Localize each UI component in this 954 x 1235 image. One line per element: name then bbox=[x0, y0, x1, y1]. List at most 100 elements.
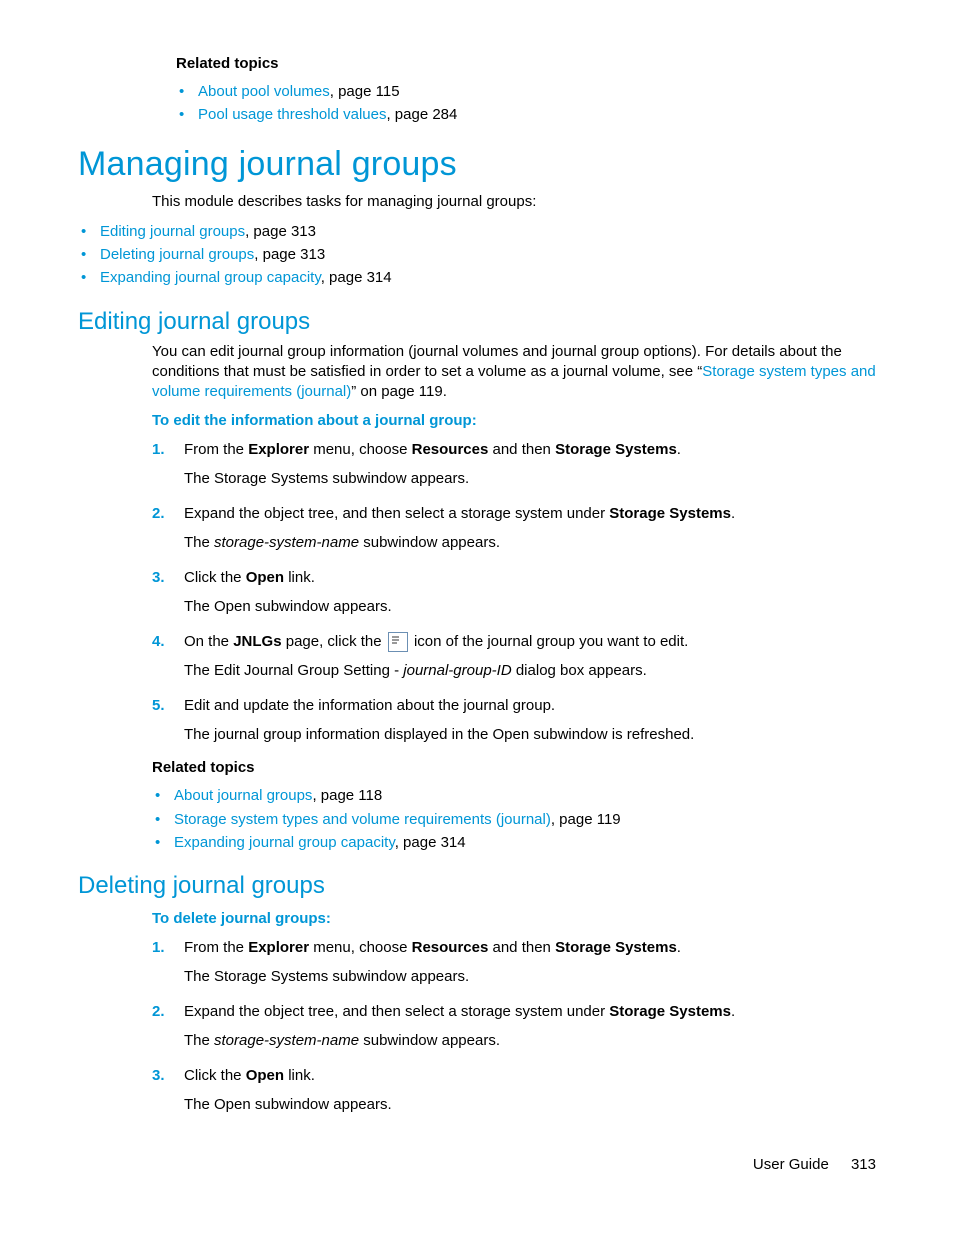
step-item: Click the Open link. The Open subwindow … bbox=[152, 1065, 876, 1115]
ui-label: Explorer bbox=[248, 441, 309, 458]
subsection-title-editing: Editing journal groups bbox=[78, 308, 876, 336]
tail: , page 313 bbox=[254, 246, 325, 263]
page-number: 313 bbox=[851, 1156, 876, 1173]
ui-label: Explorer bbox=[248, 939, 309, 956]
step-result: The storage-system-name subwindow appear… bbox=[184, 532, 876, 553]
step-result: The Storage Systems subwindow appears. bbox=[184, 966, 876, 987]
step-item: Edit and update the information about th… bbox=[152, 695, 876, 745]
tail: , page 118 bbox=[312, 787, 382, 804]
procedure-title-edit: To edit the information about a journal … bbox=[152, 412, 876, 429]
ui-label: Storage Systems bbox=[609, 505, 731, 522]
ui-label: Storage Systems bbox=[555, 441, 677, 458]
sub-text: dialog box appears. bbox=[512, 662, 647, 679]
tail: , page 314 bbox=[321, 269, 392, 286]
variable: storage-system-name bbox=[214, 534, 359, 551]
list-item: About pool volumes, page 115 bbox=[176, 80, 876, 103]
step-result: The Open subwindow appears. bbox=[184, 596, 876, 617]
variable: journal-group-ID bbox=[403, 662, 511, 679]
ui-label: Storage Systems bbox=[609, 1003, 731, 1020]
step-text: icon of the journal group you want to ed… bbox=[414, 633, 688, 650]
sub-text: subwindow appears. bbox=[359, 1032, 500, 1049]
related-list: About pool volumes, page 115 Pool usage … bbox=[176, 80, 876, 127]
related-list: About journal groups, page 118 Storage s… bbox=[152, 784, 876, 854]
xref-link[interactable]: About pool volumes bbox=[198, 83, 330, 100]
tail: , page 313 bbox=[245, 223, 316, 240]
edit-steps: From the Explorer menu, choose Resources… bbox=[152, 439, 876, 745]
section-title: Managing journal groups bbox=[78, 145, 876, 184]
step-text: . bbox=[677, 441, 681, 458]
edit-icon bbox=[388, 632, 408, 652]
ui-label: Resources bbox=[412, 939, 489, 956]
step-text: On the bbox=[184, 633, 233, 650]
step-text: Click the bbox=[184, 569, 246, 586]
step-item: From the Explorer menu, choose Resources… bbox=[152, 937, 876, 987]
tail: , page 115 bbox=[330, 83, 400, 100]
ui-label: Open bbox=[246, 569, 284, 586]
ui-label: Resources bbox=[412, 441, 489, 458]
ui-label: JNLGs bbox=[233, 633, 281, 650]
step-text: and then bbox=[488, 939, 555, 956]
step-text: link. bbox=[284, 1067, 315, 1084]
xref-link[interactable]: Expanding journal group capacity bbox=[174, 834, 395, 851]
subsection-title-deleting: Deleting journal groups bbox=[78, 872, 876, 900]
step-text: Click the bbox=[184, 1067, 246, 1084]
step-text: From the bbox=[184, 441, 248, 458]
xref-link[interactable]: Storage system types and volume requirem… bbox=[174, 811, 551, 828]
footer-label: User Guide bbox=[753, 1156, 829, 1173]
para-text: ” on page 119. bbox=[351, 383, 447, 400]
sub-text: The Edit Journal Group Setting - bbox=[184, 662, 403, 679]
sub-text: The bbox=[184, 534, 214, 551]
step-text: . bbox=[677, 939, 681, 956]
step-item: From the Explorer menu, choose Resources… bbox=[152, 439, 876, 489]
xref-link[interactable]: Expanding journal group capacity bbox=[100, 269, 321, 286]
xref-link[interactable]: Deleting journal groups bbox=[100, 246, 254, 263]
related-heading: Related topics bbox=[176, 55, 876, 72]
step-text: Edit and update the information about th… bbox=[184, 697, 555, 714]
step-text: Expand the object tree, and then select … bbox=[184, 505, 609, 522]
page-footer: User Guide 313 bbox=[753, 1156, 876, 1173]
step-result: The Edit Journal Group Setting - journal… bbox=[184, 660, 876, 681]
xref-link[interactable]: Editing journal groups bbox=[100, 223, 245, 240]
step-text: From the bbox=[184, 939, 248, 956]
step-text: menu, choose bbox=[309, 441, 412, 458]
step-result: The journal group information displayed … bbox=[184, 724, 876, 745]
related-topics-editing: Related topics About journal groups, pag… bbox=[152, 759, 876, 854]
step-item: Click the Open link. The Open subwindow … bbox=[152, 567, 876, 617]
tail: , page 284 bbox=[386, 106, 457, 123]
xref-link[interactable]: Pool usage threshold values bbox=[198, 106, 386, 123]
step-text: link. bbox=[284, 569, 315, 586]
step-item: Expand the object tree, and then select … bbox=[152, 503, 876, 553]
step-result: The Storage Systems subwindow appears. bbox=[184, 468, 876, 489]
step-text: . bbox=[731, 1003, 735, 1020]
ui-label: Storage Systems bbox=[555, 939, 677, 956]
tail: , page 119 bbox=[551, 811, 621, 828]
step-text: menu, choose bbox=[309, 939, 412, 956]
module-list: Editing journal groups, page 313 Deletin… bbox=[78, 220, 876, 290]
related-topics-top: Related topics About pool volumes, page … bbox=[176, 55, 876, 127]
tail: , page 314 bbox=[395, 834, 466, 851]
ui-label: Open bbox=[246, 1067, 284, 1084]
list-item: Deleting journal groups, page 313 bbox=[78, 243, 876, 266]
sub-text: subwindow appears. bbox=[359, 534, 500, 551]
list-item: Editing journal groups, page 313 bbox=[78, 220, 876, 243]
list-item: Expanding journal group capacity, page 3… bbox=[78, 266, 876, 289]
list-item: Pool usage threshold values, page 284 bbox=[176, 103, 876, 126]
step-result: The storage-system-name subwindow appear… bbox=[184, 1030, 876, 1051]
list-item: About journal groups, page 118 bbox=[152, 784, 876, 807]
sub-text: The bbox=[184, 1032, 214, 1049]
variable: storage-system-name bbox=[214, 1032, 359, 1049]
step-text: page, click the bbox=[282, 633, 386, 650]
list-item: Storage system types and volume requirem… bbox=[152, 808, 876, 831]
step-text: . bbox=[731, 505, 735, 522]
step-text: and then bbox=[488, 441, 555, 458]
step-result: The Open subwindow appears. bbox=[184, 1094, 876, 1115]
list-item: Expanding journal group capacity, page 3… bbox=[152, 831, 876, 854]
step-item: On the JNLGs page, click the icon of the… bbox=[152, 631, 876, 681]
xref-link[interactable]: About journal groups bbox=[174, 787, 312, 804]
related-heading: Related topics bbox=[152, 759, 876, 776]
step-text: Expand the object tree, and then select … bbox=[184, 1003, 609, 1020]
delete-steps: From the Explorer menu, choose Resources… bbox=[152, 937, 876, 1115]
procedure-title-delete: To delete journal groups: bbox=[152, 910, 876, 927]
intro-text: This module describes tasks for managing… bbox=[152, 192, 876, 212]
editing-paragraph: You can edit journal group information (… bbox=[152, 342, 876, 403]
